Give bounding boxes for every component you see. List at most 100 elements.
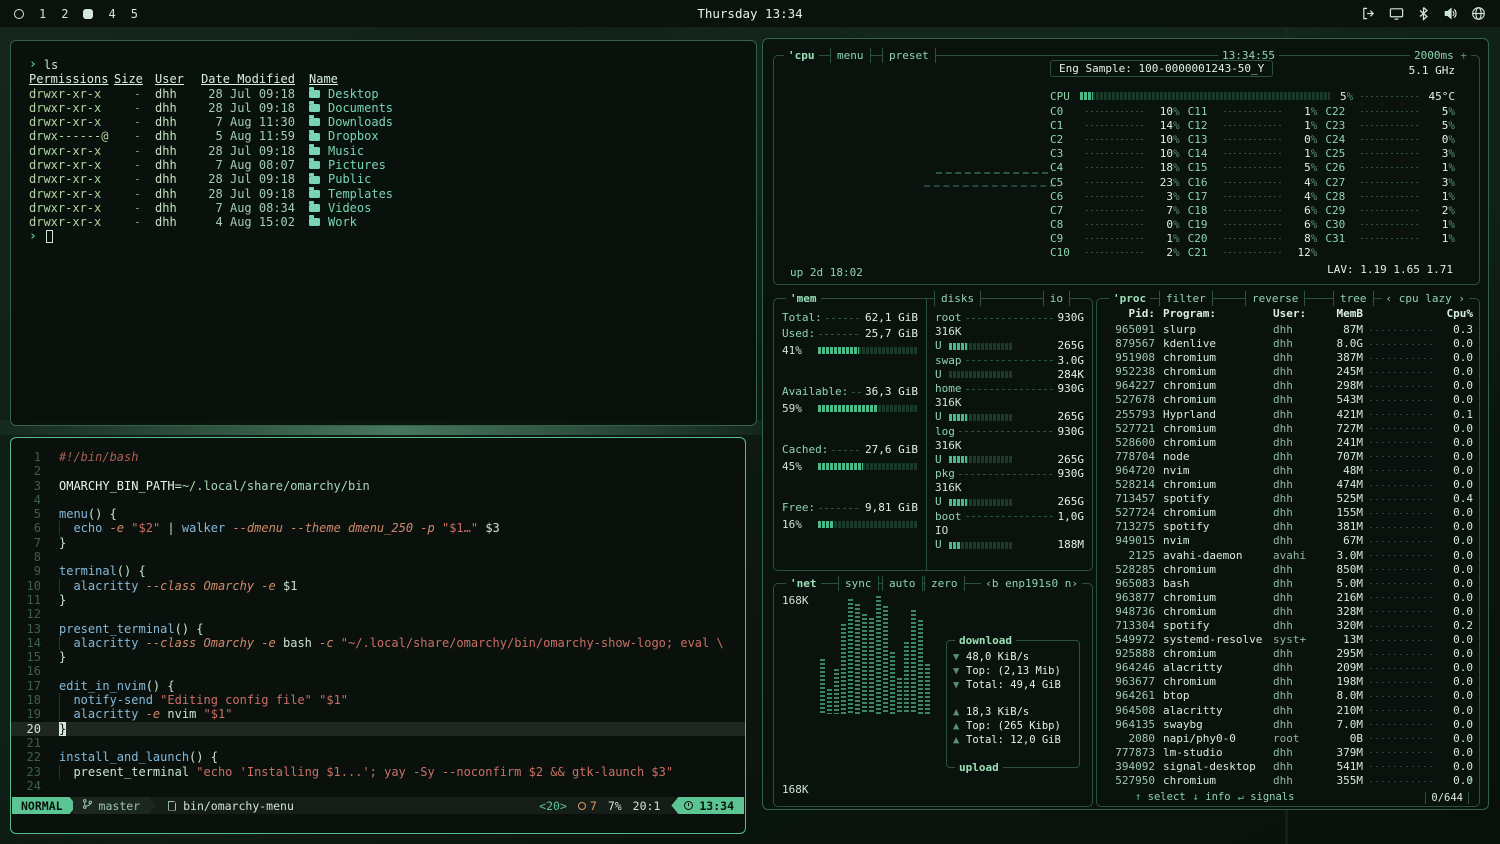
code-line[interactable]: 21	[11, 736, 745, 750]
process-row[interactable]: 949015nvimdhh67M0.0	[1103, 534, 1473, 548]
info-key[interactable]: ↓ info	[1193, 791, 1231, 803]
process-row[interactable]: 527678chromiumdhh543M0.0	[1103, 393, 1473, 407]
io-toggle[interactable]: io	[1043, 291, 1070, 306]
process-row[interactable]: 713275spotifydhh381M0.0	[1103, 520, 1473, 534]
update-interval-control[interactable]: 2000ms +	[1410, 48, 1471, 63]
code-line[interactable]: 20}	[11, 722, 745, 736]
interface-selector[interactable]: ‹b enp191s0 n›	[981, 576, 1082, 591]
process-row[interactable]: 963677chromiumdhh198M0.0	[1103, 675, 1473, 689]
code-line[interactable]: 11}	[11, 593, 745, 607]
process-row[interactable]: 527724chromiumdhh155M0.0	[1103, 506, 1473, 520]
statusline-badge: <20>	[539, 799, 567, 813]
process-row[interactable]: 549972systemd-resolvesyst+13M0.0	[1103, 633, 1473, 647]
code-line[interactable]: 23▏ present_terminal "echo 'Installing $…	[11, 765, 745, 779]
process-row[interactable]: 777873lm-studiodhh379M0.0	[1103, 746, 1473, 760]
process-row[interactable]: 964720nvimdhh48M0.0	[1103, 464, 1473, 478]
code-line[interactable]: 3OMARCHY_BIN_PATH=~/.local/share/omarchy…	[11, 479, 745, 493]
workspace-5[interactable]: 5	[131, 7, 138, 21]
workspace-switcher: 1 2 4 5	[0, 7, 138, 21]
code-line[interactable]: 4	[11, 493, 745, 507]
sort-selector[interactable]: ‹ cpu lazy ›	[1382, 291, 1469, 306]
code-line[interactable]: 24	[11, 779, 745, 793]
code-line[interactable]: 2	[11, 464, 745, 478]
code-line[interactable]: 7}	[11, 536, 745, 550]
filter-button[interactable]: filter	[1159, 291, 1213, 306]
globe-icon[interactable]	[1471, 6, 1486, 21]
col-header-pid[interactable]: Pid:	[1103, 307, 1155, 320]
code-line[interactable]: 22install_and_launch() {	[11, 750, 745, 764]
code-line[interactable]: 8	[11, 550, 745, 564]
cpu-core: C261%	[1325, 161, 1455, 175]
code-lines: 1#!/bin/bash23OMARCHY_BIN_PATH=~/.local/…	[11, 450, 745, 793]
disk-item: root930G316KU265G	[935, 311, 1084, 354]
code-line[interactable]: 15}	[11, 650, 745, 664]
code-line[interactable]: 9terminal() {	[11, 564, 745, 578]
volume-icon[interactable]	[1443, 6, 1458, 21]
process-row[interactable]: 879567kdenlivedhh8.0G0.0	[1103, 337, 1473, 351]
zero-button[interactable]: zero	[924, 576, 965, 591]
panel-divider	[926, 299, 927, 570]
workspace-2[interactable]: 2	[61, 7, 68, 21]
process-row[interactable]: 951908chromiumdhh387M0.0	[1103, 351, 1473, 365]
code-line[interactable]: 17edit_in_nvim() {	[11, 679, 745, 693]
code-line[interactable]: 5menu() {	[11, 507, 745, 521]
tree-button[interactable]: tree	[1333, 291, 1374, 306]
workspace-4[interactable]: 4	[108, 7, 115, 21]
process-row[interactable]: 527950chromiumdhh355M0.0	[1103, 774, 1473, 788]
process-row[interactable]: 964246alacrittydhh209M0.0	[1103, 661, 1473, 675]
workspace-3-active[interactable]	[83, 9, 93, 19]
code-line[interactable]: 10▏ alacritty --class Omarchy -e $1	[11, 579, 745, 593]
process-row[interactable]: 778704nodedhh707M0.0	[1103, 450, 1473, 464]
process-row[interactable]: 963877chromiumdhh216M0.0	[1103, 591, 1473, 605]
menu-button[interactable]: menu	[830, 48, 871, 63]
sync-button[interactable]: sync	[838, 576, 879, 591]
code-line[interactable]: 6▏ echo -e "$2" | walker --dmenu --theme…	[11, 521, 745, 535]
col-header-memb[interactable]: MemB	[1319, 307, 1363, 320]
topbar-clock[interactable]: Thursday 13:34	[697, 6, 802, 21]
auto-button[interactable]: auto	[882, 576, 923, 591]
process-row[interactable]: 255793Hyprlanddhh421M0.1	[1103, 408, 1473, 422]
disks-toggle[interactable]: disks	[934, 291, 981, 306]
code-line[interactable]: 13present_terminal() {	[11, 622, 745, 636]
cpu-core: C80%	[1050, 218, 1180, 232]
col-header-program[interactable]: Program:	[1163, 307, 1273, 320]
process-row[interactable]: 713457spotifydhh525M0.4	[1103, 492, 1473, 506]
interval-plus-button[interactable]: +	[1460, 49, 1467, 62]
logout-icon[interactable]	[1361, 6, 1376, 21]
process-row[interactable]: 925888chromiumdhh295M0.0	[1103, 647, 1473, 661]
code-line[interactable]: 14▏ alacritty --class Omarchy -e bash -c…	[11, 636, 745, 650]
display-icon[interactable]	[1389, 6, 1404, 21]
process-row[interactable]: 2080napi/phy0-0root0B0.0	[1103, 732, 1473, 746]
process-row[interactable]: 964227chromiumdhh298M0.0	[1103, 379, 1473, 393]
process-row[interactable]: 952238chromiumdhh245M0.0	[1103, 365, 1473, 379]
select-key[interactable]: ↑ select	[1135, 791, 1186, 803]
code-line[interactable]: 1#!/bin/bash	[11, 450, 745, 464]
reverse-button[interactable]: reverse	[1245, 291, 1305, 306]
process-row[interactable]: 713304spotifydhh320M0.2	[1103, 619, 1473, 633]
bluetooth-icon[interactable]	[1417, 6, 1430, 21]
process-row[interactable]: 528600chromiumdhh241M0.0	[1103, 436, 1473, 450]
process-row[interactable]: 528285chromiumdhh850M0.0	[1103, 563, 1473, 577]
ls-row: drwxr-xr-x-dhh7 Aug 08:07Pictures	[29, 158, 756, 172]
workspace-1[interactable]: 1	[39, 7, 46, 21]
workspace-logo[interactable]	[14, 9, 24, 19]
process-row[interactable]: 964508alacrittydhh210M0.0	[1103, 704, 1473, 718]
col-header-cpu[interactable]: Cpu%	[1439, 307, 1473, 320]
process-row[interactable]: 528214chromiumdhh474M0.0	[1103, 478, 1473, 492]
process-row[interactable]: 527721chromiumdhh727M0.0	[1103, 422, 1473, 436]
process-row[interactable]: 2125avahi-daemonavahi3.0M0.0	[1103, 549, 1473, 563]
code-line[interactable]: 16	[11, 664, 745, 678]
code-line[interactable]: 18▏ notify-send "Editing config file" "$…	[11, 693, 745, 707]
code-line[interactable]: 19▏ alacritty -e nvim "$1"	[11, 707, 745, 721]
preset-button[interactable]: preset	[882, 48, 936, 63]
shell-input-line[interactable]: ›	[29, 230, 756, 244]
process-row[interactable]: 948736chromiumdhh328M0.0	[1103, 605, 1473, 619]
process-row[interactable]: 964261btopdhh8.0M0.0	[1103, 689, 1473, 703]
process-row[interactable]: 965091slurpdhh87M0.3	[1103, 323, 1473, 337]
code-line[interactable]: 12	[11, 607, 745, 621]
col-header-user[interactable]: User:	[1273, 307, 1319, 320]
process-row[interactable]: 965083bashdhh5.0M0.0	[1103, 577, 1473, 591]
process-row[interactable]: 964135swaybgdhh7.0M0.0	[1103, 718, 1473, 732]
process-row[interactable]: 394092signal-desktopdhh541M0.0	[1103, 760, 1473, 774]
signals-key[interactable]: ↵ signals	[1238, 791, 1295, 803]
